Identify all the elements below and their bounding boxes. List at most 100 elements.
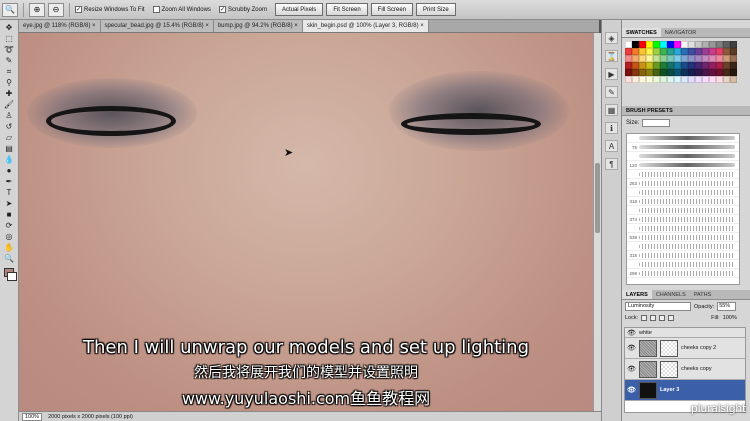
color-swatch[interactable] — [653, 69, 660, 76]
color-swatch[interactable] — [688, 69, 695, 76]
color-swatch[interactable] — [716, 55, 723, 62]
tab-navigator[interactable]: NAVIGATOR — [661, 28, 700, 37]
dodge-tool-icon[interactable]: ● — [2, 165, 17, 176]
color-swatch[interactable] — [660, 62, 667, 69]
color-swatch[interactable] — [639, 48, 646, 55]
color-swatch[interactable] — [681, 76, 688, 83]
blend-mode-select[interactable]: Luminosity — [625, 302, 691, 311]
paragraph-panel-icon[interactable]: ¶ — [605, 158, 618, 170]
color-swatch[interactable] — [723, 62, 730, 69]
color-swatch[interactable] — [639, 55, 646, 62]
color-swatch[interactable] — [702, 48, 709, 55]
3d-panel-icon[interactable]: ◈ — [605, 32, 618, 44]
color-swatch[interactable] — [695, 41, 702, 48]
color-swatch[interactable] — [688, 55, 695, 62]
layer-row[interactable]: 👁 Layer 3 — [625, 380, 745, 401]
color-swatch[interactable] — [639, 76, 646, 83]
color-swatch[interactable] — [646, 55, 653, 62]
color-swatch[interactable] — [709, 55, 716, 62]
checkbox-mark[interactable]: ✓ — [75, 6, 82, 13]
color-swatch[interactable] — [730, 62, 737, 69]
color-swatch[interactable] — [723, 76, 730, 83]
color-swatch[interactable] — [730, 55, 737, 62]
color-swatch[interactable] — [709, 48, 716, 55]
color-swatch[interactable] — [723, 41, 730, 48]
brush-preset[interactable] — [627, 152, 739, 161]
brush-preset[interactable] — [627, 224, 739, 233]
color-swatch[interactable] — [681, 62, 688, 69]
color-swatch[interactable] — [667, 55, 674, 62]
color-swatch[interactable] — [667, 76, 674, 83]
crop-tool-icon[interactable]: ⌗ — [2, 66, 17, 77]
3d-rotate-tool-icon[interactable]: ⟳ — [2, 220, 17, 231]
color-swatch[interactable] — [681, 41, 688, 48]
color-swatch[interactable] — [653, 76, 660, 83]
color-swatch[interactable] — [702, 76, 709, 83]
fill-screen-button[interactable]: Fill Screen — [370, 3, 413, 16]
color-swatch[interactable] — [716, 62, 723, 69]
checkbox-mark[interactable]: ✓ — [218, 6, 226, 13]
color-swatch[interactable] — [695, 69, 702, 76]
info-panel-icon[interactable]: ℹ — [605, 122, 618, 134]
color-swatch[interactable] — [674, 55, 681, 62]
brush-preset[interactable] — [627, 260, 739, 269]
brush-preset[interactable] — [627, 206, 739, 215]
color-swatch[interactable] — [660, 41, 667, 48]
scrollbar-thumb[interactable] — [595, 163, 600, 233]
color-swatch[interactable] — [681, 69, 688, 76]
brush-tool-icon[interactable]: 🖌 — [2, 99, 17, 110]
color-swatch[interactable] — [632, 48, 639, 55]
tab-channels[interactable]: CHANNELS — [652, 290, 690, 299]
color-swatch[interactable] — [667, 62, 674, 69]
opacity-field[interactable]: 55% — [717, 302, 737, 311]
color-swatch[interactable] — [646, 76, 653, 83]
lock-pixels-icon[interactable] — [650, 315, 657, 321]
hand-tool-icon[interactable]: ✋ — [2, 242, 17, 253]
zoom-in-icon[interactable]: ⊕ — [29, 2, 45, 17]
path-select-tool-icon[interactable]: ➤ — [2, 198, 17, 209]
color-swatch[interactable] — [632, 55, 639, 62]
brush-preset[interactable] — [627, 242, 739, 251]
3d-orbit-tool-icon[interactable]: ◎ — [2, 231, 17, 242]
fill-field[interactable]: 100% — [723, 315, 742, 321]
history-brush-tool-icon[interactable]: ↺ — [2, 121, 17, 132]
visibility-eye-icon[interactable]: 👁 — [627, 344, 636, 352]
brush-preset[interactable] — [627, 170, 739, 179]
eraser-tool-icon[interactable]: ▱ — [2, 132, 17, 143]
checkbox-scrubby-zoom[interactable]: ✓ Scrubby Zoom — [218, 6, 267, 13]
color-swatch[interactable] — [667, 41, 674, 48]
zoom-level-field[interactable]: 100% — [22, 412, 43, 421]
color-swatch[interactable] — [709, 69, 716, 76]
vertical-scrollbar[interactable] — [593, 33, 601, 411]
color-swatch[interactable] — [681, 48, 688, 55]
clone-stamp-tool-icon[interactable]: ♙ — [2, 110, 17, 121]
color-swatch[interactable] — [632, 76, 639, 83]
lock-all-icon[interactable] — [668, 315, 675, 321]
layer-row[interactable]: 👁 white — [625, 328, 745, 338]
layer-row[interactable]: 👁 cheeks copy 2 — [625, 338, 745, 359]
brush-preset[interactable] — [627, 134, 739, 143]
tab-specular-bead-jpg[interactable]: specular_bead.jpg @ 15.4% (RGB/8) × — [100, 20, 214, 32]
color-swatch[interactable] — [632, 62, 639, 69]
color-swatch[interactable] — [723, 55, 730, 62]
actual-pixels-button[interactable]: Actual Pixels — [274, 3, 324, 16]
color-swatch[interactable] — [632, 69, 639, 76]
color-swatch[interactable] — [667, 69, 674, 76]
color-swatch[interactable] — [660, 55, 667, 62]
brush-preset[interactable] — [627, 188, 739, 197]
color-swatch[interactable] — [653, 55, 660, 62]
color-swatch[interactable] — [653, 48, 660, 55]
color-swatch[interactable] — [646, 62, 653, 69]
zoom-tool-icon[interactable]: 🔍 — [2, 253, 17, 264]
brush-preset[interactable]: 318 — [627, 197, 739, 206]
move-tool-icon[interactable]: ✥ — [2, 22, 17, 33]
brush-size-field[interactable] — [642, 119, 671, 127]
color-swatch[interactable] — [625, 76, 632, 83]
tab-paths[interactable]: PATHS — [690, 290, 716, 299]
brush-preset[interactable]: 374 — [627, 215, 739, 224]
brush-preset[interactable]: 75 — [627, 143, 739, 152]
color-swatch[interactable] — [660, 76, 667, 83]
color-swatch[interactable] — [716, 76, 723, 83]
color-swatch[interactable] — [639, 69, 646, 76]
color-swatch[interactable] — [632, 41, 639, 48]
